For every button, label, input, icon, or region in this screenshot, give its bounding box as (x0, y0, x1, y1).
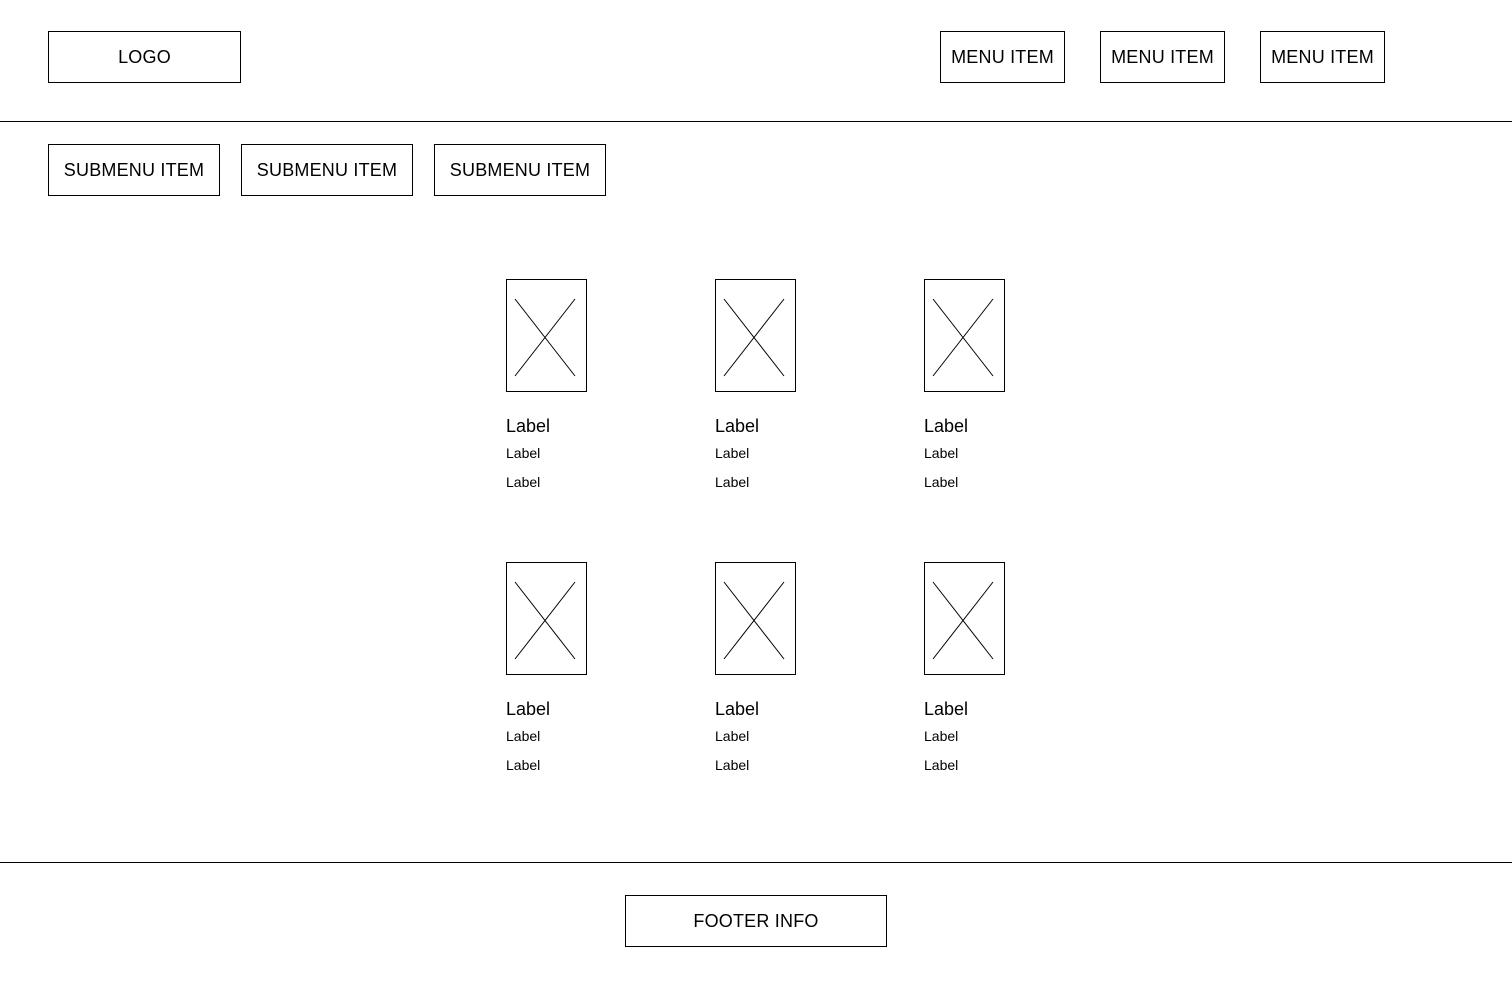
product-card[interactable]: Label Label Label (715, 562, 835, 782)
logo[interactable]: LOGO (48, 31, 241, 83)
product-card[interactable]: Label Label Label (924, 562, 1044, 782)
product-title[interactable]: Label (715, 699, 759, 719)
product-detail: Label (715, 445, 750, 461)
product-card[interactable]: Label Label Label (924, 279, 1044, 499)
footer-info: FOOTER INFO (625, 895, 887, 947)
submenu-item-3[interactable]: SUBMENU ITEM (434, 144, 606, 196)
product-detail: Label (924, 474, 959, 490)
product-detail: Label (924, 728, 959, 744)
product-title[interactable]: Label (506, 416, 550, 436)
product-title[interactable]: Label (506, 699, 550, 719)
product-detail: Label (506, 445, 541, 461)
product-title[interactable]: Label (715, 416, 759, 436)
product-detail: Label (506, 474, 541, 490)
product-card[interactable]: Label Label Label (506, 279, 626, 499)
image-placeholder-icon[interactable] (715, 279, 796, 392)
image-placeholder-icon[interactable] (715, 562, 796, 675)
image-placeholder-icon[interactable] (924, 562, 1005, 675)
footer-divider (0, 862, 1512, 863)
submenu-item-1[interactable]: SUBMENU ITEM (48, 144, 220, 196)
product-detail: Label (715, 728, 750, 744)
image-placeholder-icon[interactable] (924, 279, 1005, 392)
image-placeholder-icon[interactable] (506, 562, 587, 675)
menu-item-3[interactable]: MENU ITEM (1260, 31, 1385, 83)
product-detail: Label (924, 445, 959, 461)
product-card[interactable]: Label Label Label (506, 562, 626, 782)
product-title[interactable]: Label (924, 699, 968, 719)
submenu-item-2[interactable]: SUBMENU ITEM (241, 144, 413, 196)
product-detail: Label (506, 757, 541, 773)
menu-item-2[interactable]: MENU ITEM (1100, 31, 1225, 83)
product-detail: Label (924, 757, 959, 773)
product-card[interactable]: Label Label Label (715, 279, 835, 499)
product-title[interactable]: Label (924, 416, 968, 436)
menu-item-1[interactable]: MENU ITEM (940, 31, 1065, 83)
product-detail: Label (506, 728, 541, 744)
header-divider (0, 121, 1512, 122)
product-detail: Label (715, 474, 750, 490)
product-detail: Label (715, 757, 750, 773)
image-placeholder-icon[interactable] (506, 279, 587, 392)
